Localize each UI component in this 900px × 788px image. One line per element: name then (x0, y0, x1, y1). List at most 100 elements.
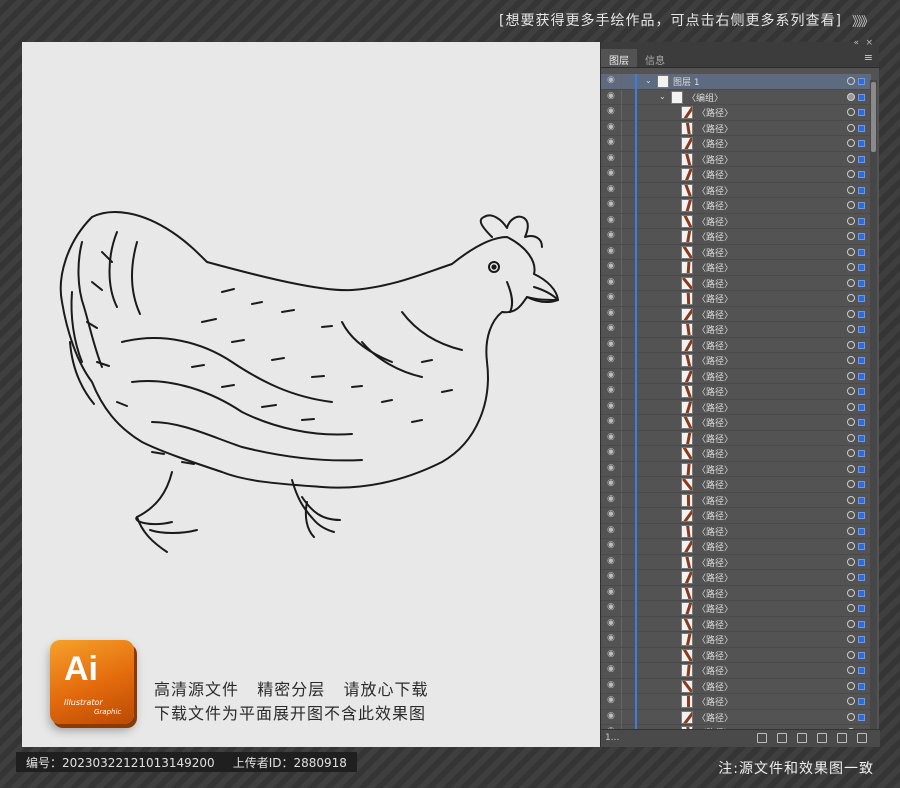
tab-layers[interactable]: 图层 (601, 49, 637, 67)
selection-square-icon[interactable] (858, 620, 865, 628)
selection-square-icon[interactable] (858, 527, 865, 535)
layer-row-path[interactable]: ◉ 〈路径〉 (601, 337, 871, 354)
layers-scrollbar[interactable] (870, 80, 877, 730)
selection-square-icon[interactable] (858, 295, 865, 302)
clipping-mask-icon[interactable] (797, 733, 807, 743)
layer-row-path[interactable]: ◉ 〈路径〉 (601, 213, 871, 230)
visibility-eye-icon[interactable]: ◉ (607, 261, 615, 271)
visibility-eye-icon[interactable]: ◉ (607, 230, 615, 240)
selection-square-icon[interactable] (858, 202, 865, 209)
visibility-eye-icon[interactable]: ◉ (607, 432, 615, 442)
layer-row-path[interactable]: ◉ 〈路径〉 (601, 151, 871, 168)
lock-toggle[interactable] (621, 430, 633, 446)
lock-toggle[interactable] (621, 585, 633, 601)
selection-square-icon[interactable] (858, 481, 865, 488)
target-circle-icon[interactable] (847, 263, 855, 271)
selection-square-icon[interactable] (858, 558, 865, 566)
layer-row-path[interactable]: ◉ 〈路径〉 (601, 275, 871, 292)
selection-square-icon[interactable] (858, 496, 865, 504)
lock-toggle[interactable] (621, 399, 633, 415)
target-circle-icon[interactable] (847, 464, 855, 473)
selection-square-icon[interactable] (858, 233, 865, 240)
new-sublayer-icon[interactable] (817, 733, 827, 743)
target-circle-icon[interactable] (847, 371, 855, 380)
layer-row-path[interactable]: ◉ 〈路径〉 (601, 136, 871, 152)
lock-toggle[interactable] (621, 275, 633, 291)
selection-square-icon[interactable] (858, 698, 865, 705)
visibility-eye-icon[interactable]: ◉ (607, 447, 615, 457)
lock-toggle[interactable] (621, 647, 633, 663)
layer-row-path[interactable]: ◉ 〈路径〉 (601, 384, 871, 400)
layer-row-path[interactable]: ◉ 〈路径〉 (601, 260, 871, 276)
layer-row-path[interactable]: ◉ 〈路径〉 (601, 539, 871, 555)
target-circle-icon[interactable] (847, 712, 855, 721)
visibility-eye-icon[interactable]: ◉ (607, 153, 615, 163)
selection-square-icon[interactable] (858, 186, 865, 194)
layer-row-path[interactable]: ◉ 〈路径〉 (601, 694, 871, 710)
target-circle-icon[interactable] (847, 542, 855, 550)
target-circle-icon[interactable] (847, 123, 855, 132)
selection-square-icon[interactable] (858, 636, 865, 643)
delete-layer-icon[interactable] (857, 733, 867, 743)
lock-toggle[interactable] (621, 368, 633, 384)
lock-toggle[interactable] (621, 306, 633, 322)
visibility-eye-icon[interactable]: ◉ (607, 401, 615, 411)
layer-row-path[interactable]: ◉ 〈路径〉 (601, 368, 871, 385)
target-circle-icon[interactable] (847, 402, 855, 411)
selection-square-icon[interactable] (858, 217, 865, 225)
selection-square-icon[interactable] (858, 140, 865, 147)
selection-square-icon[interactable] (858, 574, 865, 581)
target-circle-icon[interactable] (847, 340, 855, 349)
visibility-eye-icon[interactable]: ◉ (607, 215, 615, 225)
scrollbar-thumb[interactable] (871, 82, 876, 152)
selection-square-icon[interactable] (858, 388, 865, 395)
visibility-eye-icon[interactable]: ◉ (607, 199, 615, 209)
selection-square-icon[interactable] (858, 512, 865, 519)
layer-row-group[interactable]: ◉ ⌄ 〈编组〉 (601, 89, 871, 106)
visibility-eye-icon[interactable]: ◉ (607, 184, 615, 194)
lock-toggle[interactable] (621, 244, 633, 260)
selection-square-icon[interactable] (858, 93, 865, 101)
selection-square-icon[interactable] (858, 434, 865, 442)
selection-square-icon[interactable] (858, 605, 865, 612)
selection-square-icon[interactable] (858, 419, 865, 426)
lock-toggle[interactable] (621, 120, 633, 136)
layer-row-path[interactable]: ◉ 〈路径〉 (601, 353, 871, 369)
selection-square-icon[interactable] (858, 279, 865, 287)
layer-row-path[interactable]: ◉ 〈路径〉 (601, 291, 871, 307)
lock-toggle[interactable] (621, 198, 633, 213)
visibility-eye-icon[interactable]: ◉ (607, 695, 615, 705)
layer-row-path[interactable]: ◉ 〈路径〉 (601, 120, 871, 137)
layer-row-path[interactable]: ◉ 〈路径〉 (601, 399, 871, 416)
lock-toggle[interactable] (621, 570, 633, 585)
target-circle-icon[interactable] (847, 387, 855, 395)
lock-toggle[interactable] (621, 167, 633, 182)
layer-row-path[interactable]: ◉ 〈路径〉 (601, 663, 871, 679)
selection-square-icon[interactable] (858, 682, 865, 690)
visibility-eye-icon[interactable]: ◉ (607, 587, 615, 597)
target-circle-icon[interactable] (847, 201, 855, 209)
target-circle-icon[interactable] (847, 526, 855, 535)
target-circle-icon[interactable] (847, 573, 855, 581)
lock-toggle[interactable] (621, 601, 633, 616)
target-circle-icon[interactable] (847, 511, 855, 519)
visibility-eye-icon[interactable]: ◉ (607, 370, 615, 380)
visibility-eye-icon[interactable]: ◉ (607, 91, 615, 101)
target-circle-icon[interactable] (847, 495, 855, 504)
visibility-eye-icon[interactable]: ◉ (607, 246, 615, 256)
visibility-eye-icon[interactable]: ◉ (607, 540, 615, 550)
lock-toggle[interactable] (621, 322, 633, 337)
layer-row-path[interactable]: ◉ 〈路径〉 (601, 570, 871, 586)
lock-toggle[interactable] (621, 694, 633, 709)
lock-toggle[interactable] (621, 508, 633, 523)
selection-square-icon[interactable] (858, 372, 865, 380)
selection-square-icon[interactable] (858, 713, 865, 721)
layer-row-path[interactable]: ◉ 〈路径〉 (601, 182, 871, 199)
target-circle-icon[interactable] (847, 449, 855, 457)
lock-toggle[interactable] (621, 492, 633, 508)
target-circle-icon[interactable] (847, 108, 855, 116)
visibility-eye-icon[interactable]: ◉ (607, 323, 615, 333)
target-circle-icon[interactable] (847, 418, 855, 426)
layer-row-top[interactable]: ◉ ⌄ 图层 1 (601, 74, 871, 90)
panel-menu-icon[interactable]: ≡ (864, 51, 873, 64)
